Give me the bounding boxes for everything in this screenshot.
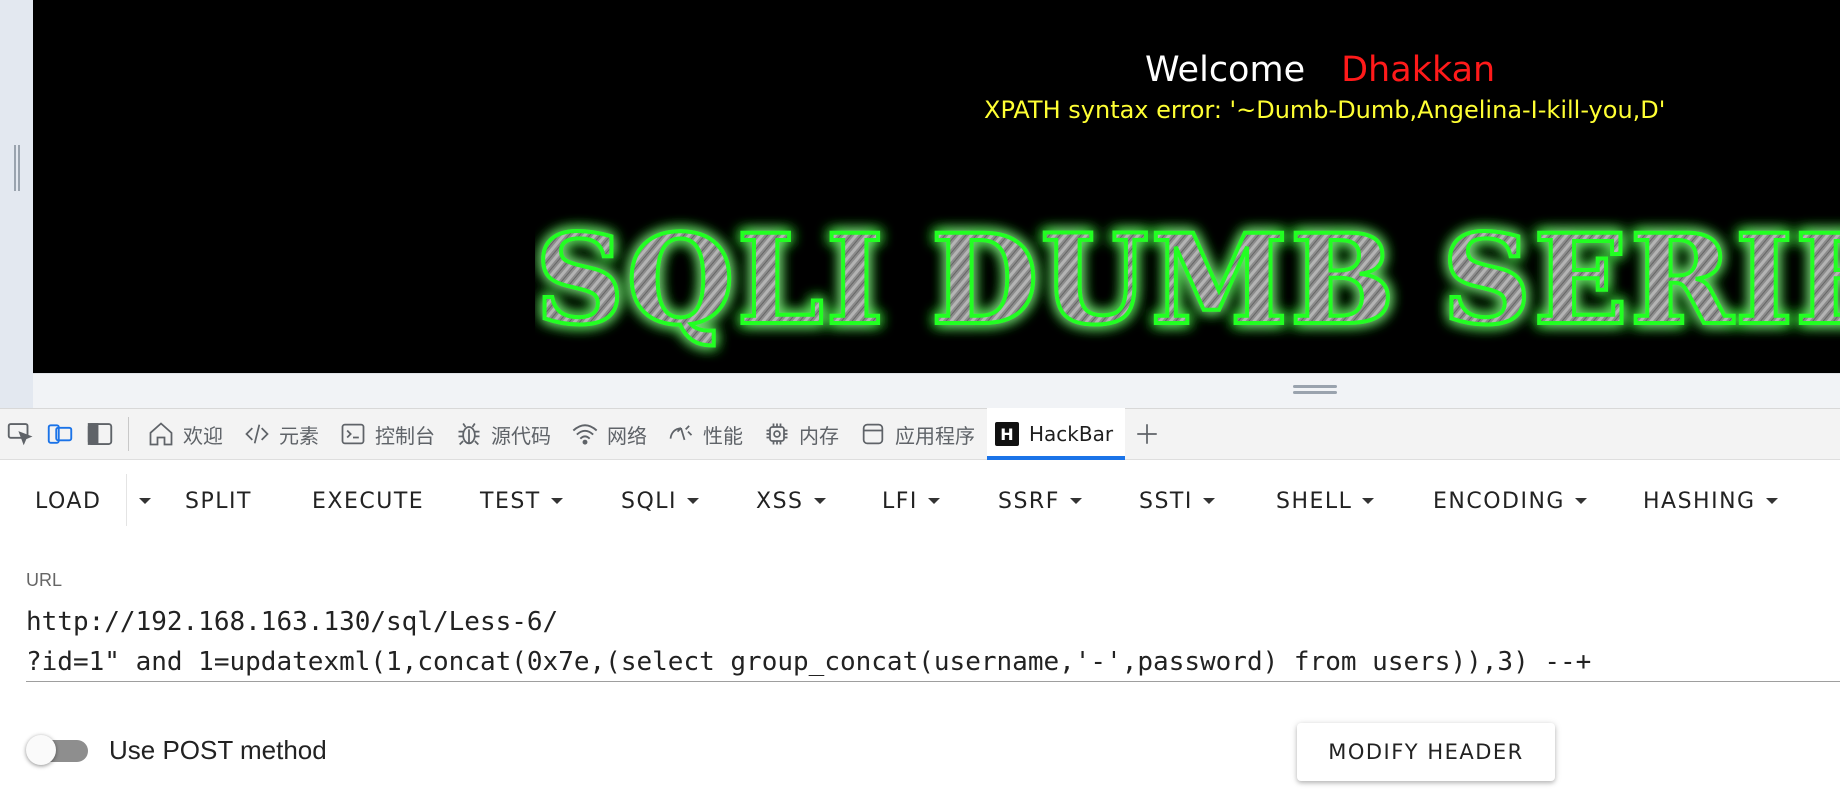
url-label: URL — [26, 570, 63, 590]
welcome-user-name: Dhakkan — [1341, 50, 1496, 90]
left-panel-strip — [0, 0, 33, 408]
encoding-menu-button[interactable]: ENCODING — [1433, 486, 1587, 516]
chevron-down-icon — [1574, 498, 1587, 504]
performance-icon — [669, 425, 693, 441]
tab-hackbar[interactable]: H HackBar — [987, 408, 1126, 460]
tab-sources[interactable]: 源代码 — [447, 408, 563, 460]
ssrf-menu-button[interactable]: SSRF — [998, 486, 1082, 516]
application-icon — [862, 423, 884, 445]
hackbar-logo-icon: H — [995, 422, 1019, 446]
panel-drag-grip[interactable] — [12, 145, 22, 191]
lfi-menu-button[interactable]: LFI — [882, 486, 940, 516]
sqli-dumb-series-banner: SQLI DUMB SERIES — [535, 206, 1840, 355]
tab-label: 源代码 — [491, 423, 551, 448]
tab-memory[interactable]: 内存 — [755, 408, 851, 460]
tab-performance[interactable]: 性能 — [659, 408, 755, 460]
button-label: ENCODING — [1433, 488, 1565, 514]
sqli-menu-button[interactable]: SQLI — [621, 486, 700, 516]
post-method-toggle[interactable] — [26, 735, 90, 765]
tab-label: 应用程序 — [895, 423, 975, 448]
button-label: SPLIT — [185, 488, 252, 514]
hashing-menu-button[interactable]: HASHING — [1643, 486, 1778, 516]
button-label: XSS — [756, 488, 804, 514]
tab-application[interactable]: 应用程序 — [851, 408, 987, 460]
load-button[interactable]: LOAD — [35, 486, 101, 516]
resize-handle-icon[interactable] — [1293, 385, 1337, 395]
chevron-down-icon — [927, 498, 940, 504]
toggle-knob — [26, 735, 56, 765]
chip-icon — [766, 423, 788, 445]
tab-label: 控制台 — [375, 423, 435, 448]
tab-label: HackBar — [1029, 422, 1114, 446]
ssti-menu-button[interactable]: SSTI — [1139, 486, 1215, 516]
chevron-down-icon — [813, 498, 826, 504]
button-label: LFI — [882, 488, 918, 514]
xss-menu-button[interactable]: XSS — [756, 486, 826, 516]
chevron-down-icon — [139, 498, 151, 504]
chevron-down-icon — [1202, 498, 1215, 504]
tab-label: 元素 — [279, 423, 319, 448]
button-label: EXECUTE — [312, 488, 425, 514]
tab-label: 内存 — [799, 423, 839, 448]
tab-welcome[interactable]: 欢迎 — [139, 408, 235, 460]
execute-button[interactable]: EXECUTE — [312, 486, 424, 516]
tab-label: 性能 — [703, 423, 743, 448]
chevron-down-icon — [687, 498, 700, 504]
page-viewport: Welcome Dhakkan XPATH syntax error: '~Dum… — [33, 0, 1840, 373]
xpath-error-message: XPATH syntax error: '~Dumb-Dumb,Angelina… — [984, 96, 1666, 124]
button-label: HASHING — [1643, 488, 1756, 514]
tab-network[interactable]: 网络 — [563, 408, 659, 460]
chevron-down-icon — [1765, 498, 1778, 504]
toolbar-divider — [128, 417, 129, 451]
banner-text: SQLI DUMB SERIES — [535, 208, 1840, 353]
tab-label: 欢迎 — [183, 423, 223, 448]
shell-menu-button[interactable]: SHELL — [1276, 486, 1375, 516]
button-label: LOAD — [35, 488, 102, 514]
button-label: SQLI — [621, 488, 678, 514]
tab-elements[interactable]: 元素 — [235, 408, 331, 460]
welcome-text: Welcome — [1145, 50, 1306, 90]
inspect-icon[interactable] — [0, 414, 40, 454]
devtools-resize-bar[interactable] — [33, 373, 1840, 408]
tab-console[interactable]: 控制台 — [331, 408, 447, 460]
url-input[interactable]: http://192.168.163.130/sql/Less-6/ ?id=1… — [26, 602, 1840, 682]
modify-header-button[interactable]: MODIFY HEADER — [1297, 723, 1555, 781]
console-icon — [341, 423, 365, 445]
bug-icon — [458, 423, 480, 446]
load-options-button[interactable] — [133, 486, 157, 516]
plus-icon — [1137, 424, 1157, 444]
welcome-message: Welcome Dhakkan — [1145, 50, 1495, 90]
device-emulation-icon[interactable] — [40, 414, 80, 454]
wifi-icon — [572, 424, 598, 445]
home-icon — [149, 422, 173, 446]
chevron-down-icon — [1362, 498, 1375, 504]
button-label: SSTI — [1139, 488, 1193, 514]
chevron-down-icon — [1069, 498, 1082, 504]
chevron-down-icon — [550, 498, 563, 504]
button-label: SSRF — [998, 488, 1060, 514]
code-icon — [245, 424, 269, 444]
test-menu-button[interactable]: TEST — [480, 486, 563, 516]
add-tab-button[interactable] — [1125, 408, 1169, 460]
hackbar-toolbar: LOAD SPLIT EXECUTE TEST SQLI XSS LFI SSR… — [0, 460, 1840, 538]
split-button[interactable]: SPLIT — [185, 486, 252, 516]
post-method-label: Use POST method — [109, 735, 327, 765]
button-label: SHELL — [1276, 488, 1353, 514]
dock-sidebar-icon[interactable] — [80, 414, 120, 454]
tab-label: 网络 — [607, 423, 647, 448]
load-divider — [126, 474, 127, 526]
button-label: TEST — [480, 488, 541, 514]
devtools-tab-strip: 欢迎 元素 控制台 源代码 网络 性能 内存 应用程序 H HackBar — [0, 408, 1840, 460]
